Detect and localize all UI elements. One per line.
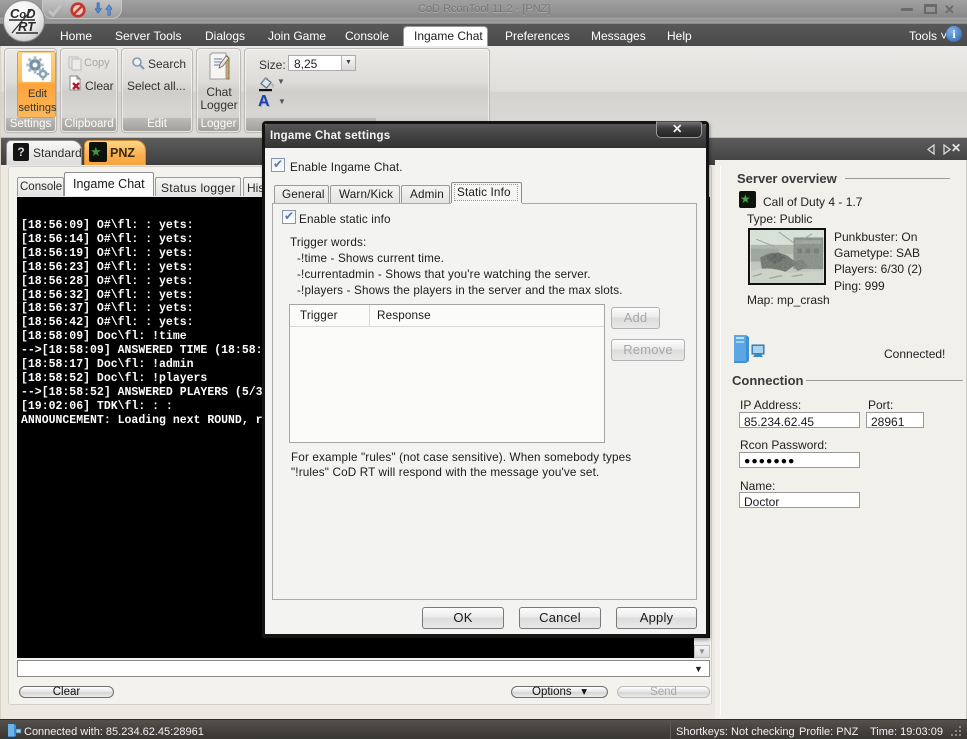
svg-text:RT: RT (18, 19, 36, 34)
